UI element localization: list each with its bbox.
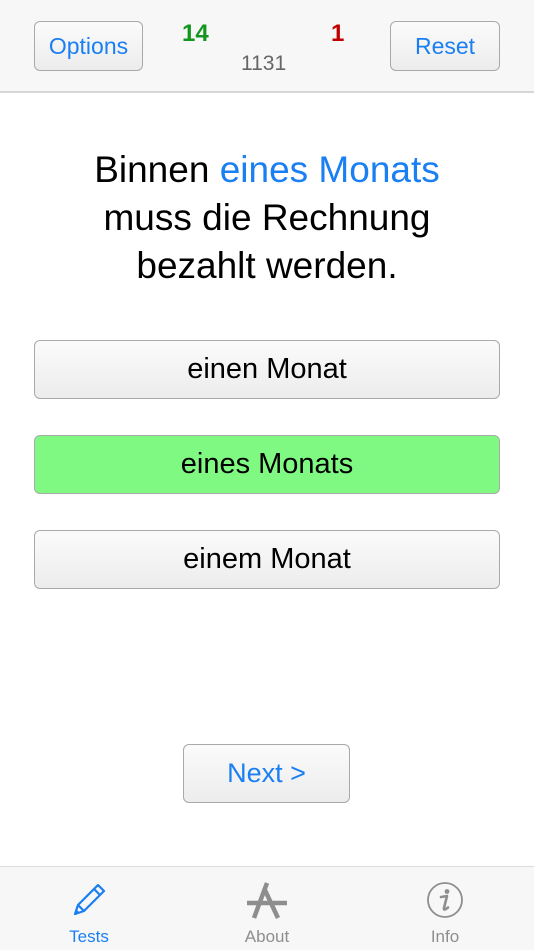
options-button[interactable]: Options: [34, 21, 143, 71]
next-button[interactable]: Next >: [183, 744, 350, 803]
tab-tests-label: Tests: [69, 927, 109, 946]
question-line-3: bezahlt werden.: [136, 245, 398, 286]
correct-count: 14: [182, 20, 209, 47]
question-number: 1131: [241, 52, 287, 75]
question-text: Binnen eines Monats muss die Rechnung be…: [0, 146, 534, 290]
question-line-2: muss die Rechnung: [103, 197, 431, 238]
answer-option-einen-monat[interactable]: einen Monat: [34, 340, 500, 399]
tab-tests[interactable]: Tests: [0, 867, 178, 950]
tab-info[interactable]: Info: [356, 867, 534, 950]
top-bar: Options 14 1131 1 Reset: [0, 0, 534, 93]
tab-info-label: Info: [430, 927, 460, 946]
pencil-icon: [65, 876, 113, 924]
question-line-1: Binnen eines Monats: [0, 146, 534, 194]
tab-bar: Tests About Info: [0, 866, 534, 950]
question-highlight: eines Monats: [219, 149, 440, 190]
reset-button[interactable]: Reset: [390, 21, 500, 71]
tab-about[interactable]: About: [178, 867, 356, 950]
answer-option-einem-monat[interactable]: einem Monat: [34, 530, 500, 589]
info-icon: [421, 876, 469, 924]
tab-about-label: About: [244, 927, 290, 946]
question-prefix: Binnen: [94, 149, 220, 190]
app-store-icon: [243, 876, 291, 924]
answer-option-eines-monats-correct[interactable]: eines Monats: [34, 435, 500, 494]
wrong-count: 1: [331, 20, 345, 47]
